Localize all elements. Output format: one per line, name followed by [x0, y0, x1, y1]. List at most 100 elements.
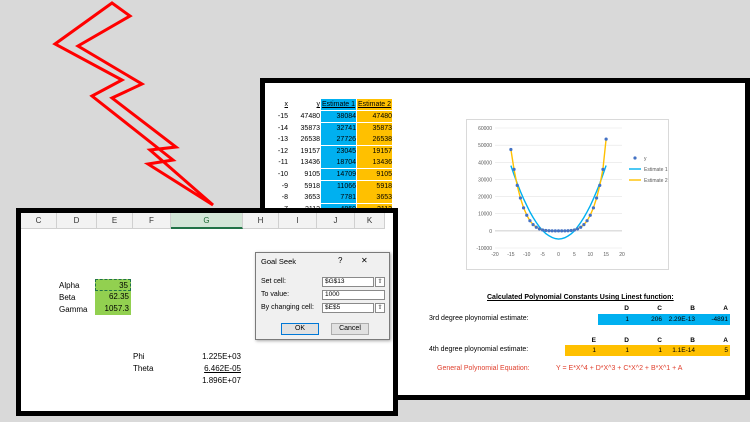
table-cell[interactable]: 32741: [321, 122, 356, 134]
series-line-1: [510, 165, 607, 240]
changing-cell-range-button[interactable]: ⇧: [375, 303, 385, 313]
front-spreadsheet-window: CDEFGHIJK Alpha 35 Beta 62.35 Gamma 1057…: [16, 208, 398, 416]
row4-label: 4th degree ploynomial estimate:: [429, 346, 529, 353]
constant-value-cell[interactable]: -4891: [697, 314, 730, 325]
table-cell[interactable]: 13436: [357, 157, 392, 169]
constant-value-cell[interactable]: 1.1E-14: [664, 345, 697, 356]
y-tick-label: 30000: [478, 177, 492, 183]
y-tick-label: 60000: [478, 126, 492, 132]
column-header-g[interactable]: G: [171, 213, 243, 229]
constant-value-cell[interactable]: 5: [697, 345, 730, 356]
help-icon[interactable]: ?: [338, 256, 342, 265]
data-point: [547, 229, 551, 233]
x-tick-label: -15: [507, 252, 514, 258]
table-cell[interactable]: 26538: [357, 134, 392, 146]
theta-label: Theta: [133, 364, 154, 373]
constant-value-cell[interactable]: 1: [631, 345, 664, 356]
data-point: [566, 229, 570, 233]
column-header-h[interactable]: H: [243, 213, 279, 229]
cancel-button[interactable]: Cancel: [331, 323, 369, 335]
data-point: [556, 229, 561, 233]
data-point: [515, 183, 519, 187]
table-cell[interactable]: 47480: [357, 111, 392, 122]
table-cell[interactable]: -14: [270, 123, 288, 134]
alpha-value-cell[interactable]: 35: [95, 279, 131, 291]
table-cell[interactable]: 5918: [357, 180, 392, 192]
table-cell[interactable]: 27726: [321, 134, 356, 146]
series-line-2: [510, 139, 607, 232]
theta-value-cell[interactable]: 6.462E-05: [189, 363, 241, 374]
y-tick-label: 50000: [478, 143, 492, 149]
column-header-j[interactable]: J: [317, 213, 355, 229]
table-cell[interactable]: 18704: [321, 157, 356, 169]
column-header-d[interactable]: D: [57, 213, 97, 229]
table-cell[interactable]: -11: [270, 157, 288, 168]
gamma-label: Gamma: [59, 305, 88, 314]
table-cell[interactable]: 13436: [290, 157, 320, 168]
data-point: [591, 206, 596, 210]
table-cell[interactable]: 9105: [290, 169, 320, 180]
data-point: [537, 227, 542, 231]
table-cell[interactable]: 19157: [357, 145, 392, 157]
set-cell-label: Set cell:: [261, 278, 286, 285]
table-cell[interactable]: 7781: [321, 192, 356, 204]
table-cell[interactable]: -9: [270, 181, 288, 192]
table-cell[interactable]: 23045: [321, 145, 356, 157]
column-header-i[interactable]: I: [279, 213, 317, 229]
constant-header-cell: D: [624, 337, 629, 344]
table-cell[interactable]: 3653: [290, 192, 320, 203]
table-cell[interactable]: 47480: [290, 111, 320, 122]
constant-value-cell[interactable]: 206: [631, 314, 664, 325]
y-tick-label: 0: [489, 229, 492, 235]
table-cell[interactable]: 19157: [290, 146, 320, 157]
table-cell[interactable]: 9105: [357, 169, 392, 180]
data-point: [582, 222, 586, 227]
column-header-k[interactable]: K: [355, 213, 385, 229]
changing-cell-input[interactable]: $E$5: [322, 303, 374, 313]
constant-value-cell[interactable]: 1: [598, 345, 631, 356]
to-value-input[interactable]: 1000: [322, 290, 385, 300]
to-value-label: To value:: [261, 291, 290, 298]
table-cell[interactable]: -13: [270, 134, 288, 145]
legend-marker: [633, 156, 637, 160]
table-cell[interactable]: -15: [270, 111, 288, 122]
gamma-value-cell[interactable]: 1057.3: [95, 303, 131, 315]
column-header-e[interactable]: E: [97, 213, 133, 229]
x-tick-label: -5: [540, 252, 545, 258]
table-cell[interactable]: 35873: [357, 122, 392, 134]
x-tick-label: 0: [557, 252, 560, 258]
g13-value-cell[interactable]: 1.896E+07: [189, 375, 241, 386]
data-point: [521, 206, 526, 210]
constant-value-cell[interactable]: 1: [565, 345, 598, 356]
close-icon[interactable]: ✕: [361, 256, 368, 265]
set-cell-input[interactable]: $G$13: [322, 277, 374, 287]
table-cell[interactable]: 26538: [290, 134, 320, 145]
table-cell[interactable]: -8: [270, 192, 288, 203]
constant-header-cell: C: [657, 305, 662, 312]
dialog-title: Goal Seek: [261, 257, 297, 266]
set-cell-range-button[interactable]: ⇧: [375, 277, 385, 287]
data-point: [528, 219, 532, 223]
table-cell[interactable]: 11066: [321, 180, 356, 192]
x-tick-label: -10: [523, 252, 530, 258]
table-cell[interactable]: 3653: [357, 192, 392, 204]
table-cell[interactable]: -10: [270, 169, 288, 180]
table-cell[interactable]: -12: [270, 146, 288, 157]
data-point: [595, 196, 599, 200]
table-cell[interactable]: 14709: [321, 169, 356, 180]
constant-value-cell[interactable]: 1: [598, 314, 631, 325]
column-header-c[interactable]: C: [21, 213, 57, 229]
table-cell[interactable]: 38084: [321, 111, 356, 122]
phi-value-cell[interactable]: 1.225E+03: [189, 351, 241, 362]
beta-value-cell[interactable]: 62.35: [95, 291, 131, 303]
constant-value-cell[interactable]: 2.29E-13: [664, 314, 697, 325]
table-cell[interactable]: 5918: [290, 181, 320, 192]
data-point: [575, 227, 580, 231]
column-header-f[interactable]: F: [133, 213, 171, 229]
x-tick-label: 20: [619, 252, 625, 258]
ok-button[interactable]: OK: [281, 323, 319, 335]
data-point: [560, 229, 564, 233]
data-point: [569, 228, 573, 233]
table-cell[interactable]: 35873: [290, 123, 320, 134]
phi-label: Phi: [133, 352, 145, 361]
